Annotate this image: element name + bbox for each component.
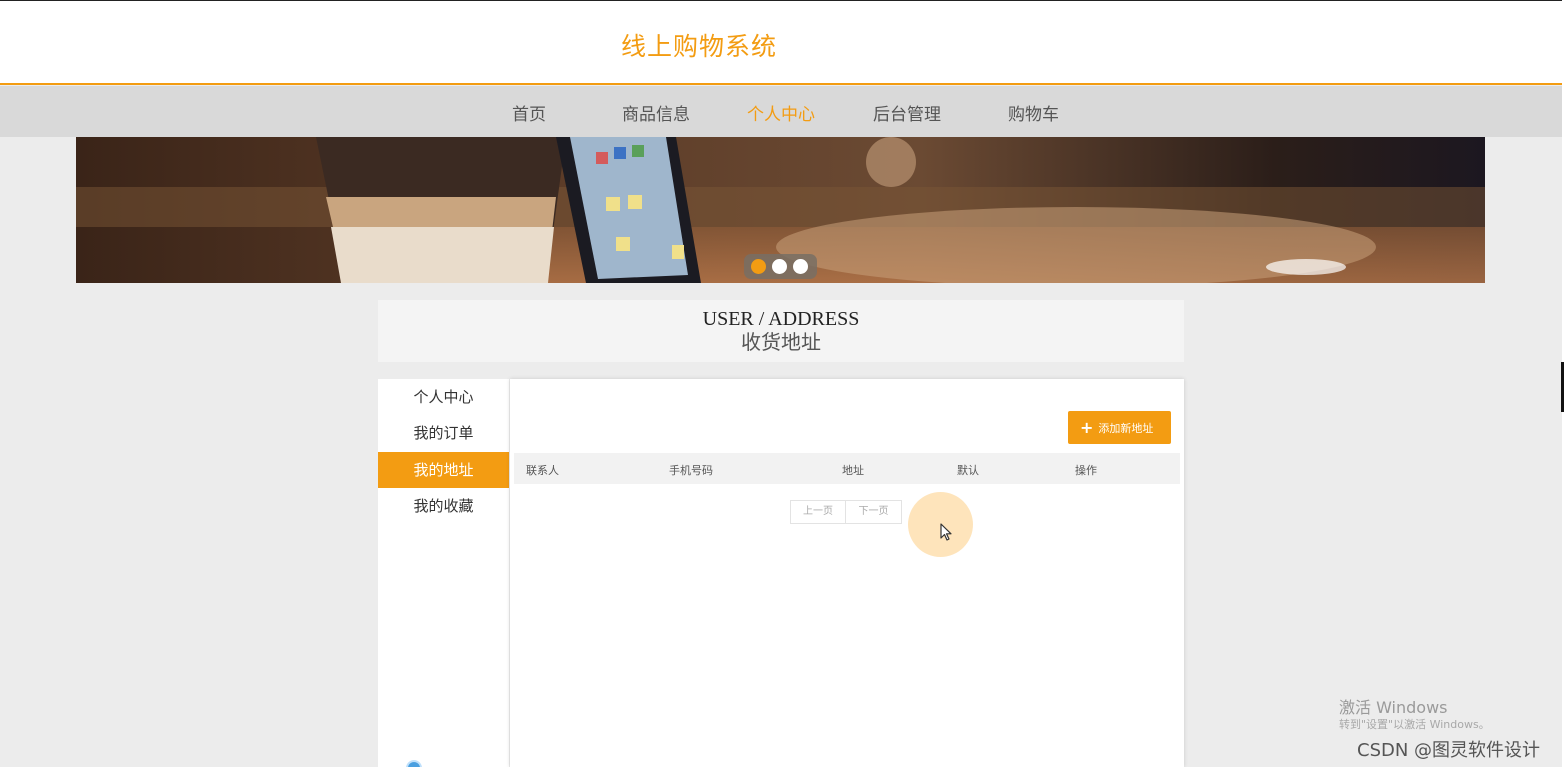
- section-title-cn: 收货地址: [741, 332, 821, 354]
- column-header-actions: 操作: [1075, 464, 1097, 477]
- nav-item-cart[interactable]: 购物车: [1008, 100, 1059, 125]
- column-header-address: 地址: [842, 464, 864, 477]
- csdn-watermark: CSDN @图灵软件设计: [1357, 740, 1541, 761]
- carousel-dot-1[interactable]: [751, 259, 766, 274]
- sidebar-item-personal-center[interactable]: 个人中心: [378, 379, 509, 415]
- address-table-header: 联系人 手机号码 地址 默认 操作: [514, 453, 1180, 484]
- carousel-dot-3[interactable]: [793, 259, 808, 274]
- prev-page-button[interactable]: 上一页: [790, 500, 846, 524]
- plus-icon: +: [1080, 418, 1094, 437]
- next-page-button[interactable]: 下一页: [846, 500, 902, 524]
- windows-activation-hint: 转到"设置"以激活 Windows。: [1339, 718, 1490, 731]
- section-title: USER / ADDRESS 收货地址: [378, 300, 1184, 362]
- sidebar-item-favorites[interactable]: 我的收藏: [378, 488, 509, 524]
- column-header-contact: 联系人: [526, 464, 559, 477]
- add-address-label: 添加新地址: [1098, 422, 1154, 435]
- pagination: 上一页 下一页: [790, 500, 902, 525]
- site-title[interactable]: 线上购物系统: [621, 27, 777, 63]
- sidebar-item-orders[interactable]: 我的订单: [378, 415, 509, 451]
- section-title-en: USER / ADDRESS: [702, 308, 860, 330]
- site-header: 线上购物系统: [0, 1, 1562, 85]
- column-header-phone: 手机号码: [669, 464, 713, 477]
- windows-activation-title: 激活 Windows: [1339, 698, 1448, 717]
- add-address-button[interactable]: + 添加新地址: [1068, 411, 1171, 444]
- address-panel: + 添加新地址 联系人 手机号码 地址 默认 操作 上一页 下一页: [510, 379, 1184, 767]
- sidebar-item-addresses[interactable]: 我的地址: [378, 452, 509, 488]
- nav-item-products[interactable]: 商品信息: [622, 100, 690, 125]
- nav-item-home[interactable]: 首页: [512, 100, 546, 125]
- main-nav: 首页 商品信息 个人中心 后台管理 购物车: [0, 86, 1562, 137]
- carousel-dot-2[interactable]: [772, 259, 787, 274]
- mouse-cursor-icon: [940, 523, 952, 541]
- carousel-dots: [744, 254, 817, 279]
- nav-item-admin[interactable]: 后台管理: [873, 100, 941, 125]
- floating-status-dot-icon[interactable]: [406, 760, 422, 767]
- banner-carousel[interactable]: [76, 137, 1485, 283]
- nav-item-personal-center[interactable]: 个人中心: [747, 100, 815, 125]
- user-sidebar: 个人中心 我的订单 我的地址 我的收藏: [378, 379, 509, 767]
- column-header-default: 默认: [957, 464, 979, 477]
